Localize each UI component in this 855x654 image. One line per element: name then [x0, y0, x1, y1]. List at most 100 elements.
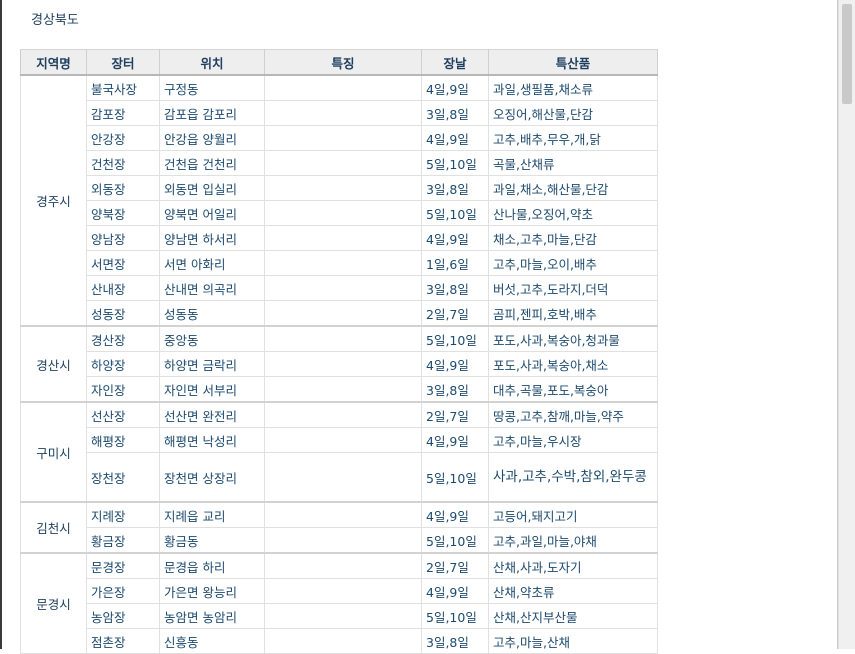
market-name-cell: 자인장: [86, 376, 160, 403]
location-cell: 중앙동: [159, 325, 265, 352]
products-cell: 포도,사과,복숭아,채소: [488, 351, 658, 377]
feature-cell: [264, 250, 422, 276]
region-cell: 경산시: [20, 325, 87, 403]
region-cell: 구미시: [20, 401, 87, 503]
table-row: 안강장 안강읍 양월리 4일,9일 고추,배추,무우,개,닭: [21, 125, 658, 151]
location-cell: 외동면 입실리: [159, 175, 265, 201]
feature-cell: [264, 376, 422, 403]
table-row: 구미시 선산장 선산면 완전리 2일,7일 땅콩,고추,참깨,마늘,약주: [20, 401, 658, 503]
market-name-cell: 양북장: [86, 200, 160, 226]
products-cell: 고추,배추,무우,개,닭: [488, 125, 658, 151]
location-cell: 산내면 의곡리: [159, 275, 265, 301]
market-name-cell: 서면장: [86, 250, 160, 276]
market-name-cell: 경산장: [86, 325, 160, 352]
location-cell: 건천읍 건천리: [159, 150, 265, 176]
feature-cell: [264, 401, 422, 428]
products-cell: 오징어,해산물,단감: [488, 100, 658, 126]
region-cell: 김천시: [20, 501, 87, 554]
market-days-cell: 1일,6일: [421, 250, 489, 276]
table-row: 장천장 장천면 상장리 5일,10일 사과,고추,수박,참외,완두콩: [21, 452, 658, 503]
market-days-cell: 4일,9일: [421, 225, 489, 251]
header-market-days: 장날: [421, 49, 489, 76]
feature-cell: [264, 150, 422, 176]
market-days-cell: 4일,9일: [421, 74, 489, 101]
products-cell: 사과,고추,수박,참외,완두콩: [488, 452, 658, 503]
market-name-cell: 감포장: [86, 100, 160, 126]
feature-cell: [264, 300, 422, 327]
market-days-cell: 2일,7일: [421, 401, 489, 428]
page-title: 경상북도: [31, 13, 79, 28]
market-name-cell: 가은장: [86, 578, 160, 604]
location-cell: 안강읍 양월리: [159, 125, 265, 151]
market-name-cell: 점촌장: [86, 628, 160, 654]
market-name-cell: 불국사장: [86, 74, 160, 101]
products-cell: 채소,고추,마늘,단감: [488, 225, 658, 251]
location-cell: 양북면 어일리: [159, 200, 265, 226]
products-cell: 산채,산지부산물: [488, 603, 658, 629]
market-name-cell: 문경장: [86, 552, 160, 579]
location-cell: 성동동: [159, 300, 265, 327]
feature-cell: [264, 578, 422, 604]
table-row: 양남장 양남면 하서리 4일,9일 채소,고추,마늘,단감: [21, 225, 658, 251]
market-days-cell: 3일,8일: [421, 376, 489, 403]
market-days-cell: 5일,10일: [421, 527, 489, 554]
market-days-cell: 2일,7일: [421, 552, 489, 579]
market-days-cell: 4일,9일: [421, 578, 489, 604]
market-name-cell: 건천장: [86, 150, 160, 176]
products-cell: 산나물,오징어,약초: [488, 200, 658, 226]
table-row: 해평장 해평면 낙성리 4일,9일 고추,마늘,우시장: [21, 427, 658, 453]
market-name-cell: 하양장: [86, 351, 160, 377]
feature-cell: [264, 125, 422, 151]
market-days-cell: 2일,7일: [421, 300, 489, 327]
market-days-cell: 3일,8일: [421, 100, 489, 126]
table-row: 건천장 건천읍 건천리 5일,10일 곡물,산채류: [21, 150, 658, 176]
table-body: 경주시 불국사장 구정동 4일,9일 과일,생필품,채소류 감포장 감포읍 감포리 3일,8일…: [20, 74, 658, 654]
location-cell: 하양면 금락리: [159, 351, 265, 377]
feature-cell: [264, 603, 422, 629]
vertical-scrollbar[interactable]: [838, 0, 855, 649]
market-days-cell: 3일,8일: [421, 175, 489, 201]
market-days-cell: 4일,9일: [421, 125, 489, 151]
location-cell: 선산면 완전리: [159, 401, 265, 428]
market-name-cell: 장천장: [86, 452, 160, 503]
table-row: 하양장 하양면 금락리 4일,9일 포도,사과,복숭아,채소: [21, 351, 658, 377]
feature-cell: [264, 200, 422, 226]
feature-cell: [264, 175, 422, 201]
feature-cell: [264, 628, 422, 654]
feature-cell: [264, 501, 422, 528]
table-row: 점촌장 신흥동 3일,8일 고추,마늘,산채: [21, 628, 658, 654]
market-name-cell: 산내장: [86, 275, 160, 301]
market-days-cell: 5일,10일: [421, 452, 489, 503]
table-row: 문경시 문경장 문경읍 하리 2일,7일 산채,사과,도자기: [20, 552, 658, 654]
market-days-cell: 4일,9일: [421, 427, 489, 453]
header-location: 위치: [159, 49, 265, 76]
feature-cell: [264, 74, 422, 101]
feature-cell: [264, 552, 422, 579]
feature-cell: [264, 427, 422, 453]
products-cell: 과일,채소,해산물,단감: [488, 175, 658, 201]
products-cell: 고추,마늘,우시장: [488, 427, 658, 453]
table-header-row: 지역명 장터 위치 특징 장날 특산품: [20, 49, 658, 76]
products-cell: 곰피,젠피,호박,배추: [488, 300, 658, 327]
feature-cell: [264, 325, 422, 352]
window-left-border: [0, 0, 2, 649]
header-products: 특산품: [488, 49, 658, 76]
table-row: 성동장 성동동 2일,7일 곰피,젠피,호박,배추: [21, 300, 658, 327]
location-cell: 구정동: [159, 74, 265, 101]
feature-cell: [264, 100, 422, 126]
market-name-cell: 지례장: [86, 501, 160, 528]
table-row: 농암장 농암면 농암리 5일,10일 산채,산지부산물: [21, 603, 658, 629]
location-cell: 자인면 서부리: [159, 376, 265, 403]
market-name-cell: 선산장: [86, 401, 160, 428]
table-row: 서면장 서면 아화리 1일,6일 고추,마늘,오이,배추: [21, 250, 658, 276]
products-cell: 포도,사과,복숭아,청과물: [488, 325, 658, 352]
products-cell: 곡물,산채류: [488, 150, 658, 176]
table-row: 경주시 불국사장 구정동 4일,9일 과일,생필품,채소류: [20, 74, 658, 327]
location-cell: 농암면 농암리: [159, 603, 265, 629]
table-row: 김천시 지례장 지례읍 교리 4일,9일 고등어,돼지고기: [20, 501, 658, 554]
market-name-cell: 농암장: [86, 603, 160, 629]
market-name-cell: 해평장: [86, 427, 160, 453]
products-cell: 고추,마늘,오이,배추: [488, 250, 658, 276]
scrollbar-thumb[interactable]: [842, 4, 852, 104]
table-row: 양북장 양북면 어일리 5일,10일 산나물,오징어,약초: [21, 200, 658, 226]
